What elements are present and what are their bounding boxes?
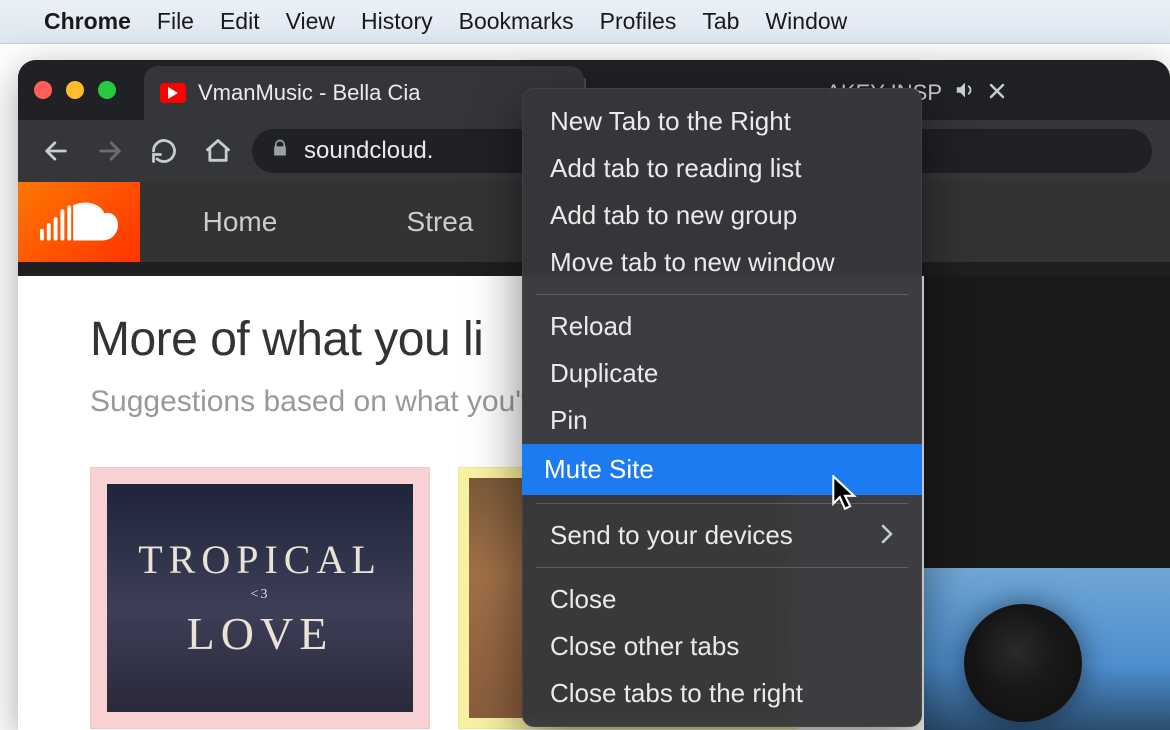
tab-active[interactable]: VmanMusic - Bella Cia [144, 66, 584, 120]
youtube-favicon-icon [160, 83, 186, 103]
menubar-item-edit[interactable]: Edit [220, 8, 260, 35]
chevron-right-icon [880, 520, 894, 551]
ctx-add-reading-list[interactable]: Add tab to reading list [528, 145, 916, 192]
soundcloud-logo-icon[interactable] [18, 182, 140, 262]
playlist-art-sun[interactable] [924, 568, 1170, 730]
ctx-pin[interactable]: Pin [528, 397, 916, 444]
back-button[interactable] [36, 131, 76, 171]
ctx-close[interactable]: Close [528, 576, 916, 623]
home-button[interactable] [198, 131, 238, 171]
ctx-send-devices[interactable]: Send to your devices [528, 512, 916, 559]
speaker-icon[interactable] [954, 79, 976, 107]
nav-home[interactable]: Home [140, 182, 340, 262]
ctx-separator [536, 567, 908, 568]
menubar-item-history[interactable]: History [361, 8, 433, 35]
nav-stream[interactable]: Strea [340, 182, 540, 262]
forward-button[interactable] [90, 131, 130, 171]
right-content-strip [924, 276, 1170, 730]
ctx-duplicate[interactable]: Duplicate [528, 350, 916, 397]
ctx-separator [536, 294, 908, 295]
menubar-item-bookmarks[interactable]: Bookmarks [459, 8, 574, 35]
window-zoom-icon[interactable] [98, 81, 116, 99]
ctx-move-new-window[interactable]: Move tab to new window [528, 239, 916, 286]
reload-button[interactable] [144, 131, 184, 171]
macos-menubar: Chrome File Edit View History Bookmarks … [0, 0, 1170, 44]
ctx-reload[interactable]: Reload [528, 303, 916, 350]
menubar-item-tab[interactable]: Tab [702, 8, 739, 35]
card-text-line2: LOVE [187, 607, 334, 660]
ctx-separator [536, 503, 908, 504]
menubar-app-name[interactable]: Chrome [44, 8, 131, 35]
menubar-item-view[interactable]: View [286, 8, 335, 35]
menubar-item-window[interactable]: Window [765, 8, 847, 35]
card-text-line1: TROPICAL [138, 536, 382, 583]
window-minimize-icon[interactable] [66, 81, 84, 99]
soundcloud-nav: Home Strea [140, 182, 540, 262]
tab-close-icon[interactable] [988, 82, 1006, 105]
tab-context-menu: New Tab to the Right Add tab to reading … [522, 88, 922, 727]
eclipse-icon [964, 604, 1082, 722]
ctx-close-other-tabs[interactable]: Close other tabs [528, 623, 916, 670]
ctx-close-tabs-right[interactable]: Close tabs to the right [528, 670, 916, 717]
heart-icon: <3 [251, 587, 270, 603]
url-text: soundcloud. [304, 137, 433, 165]
ctx-new-tab-right[interactable]: New Tab to the Right [528, 98, 916, 145]
lock-icon [270, 137, 290, 165]
ctx-mute-site[interactable]: Mute Site [522, 444, 922, 495]
playlist-card-tropical-love[interactable]: TROPICAL <3 LOVE [90, 467, 430, 729]
menubar-item-profiles[interactable]: Profiles [600, 8, 677, 35]
window-close-icon[interactable] [34, 81, 52, 99]
window-controls [34, 81, 116, 99]
menubar-item-file[interactable]: File [157, 8, 194, 35]
ctx-add-new-group[interactable]: Add tab to new group [528, 192, 916, 239]
tab-title: VmanMusic - Bella Cia [198, 80, 566, 106]
